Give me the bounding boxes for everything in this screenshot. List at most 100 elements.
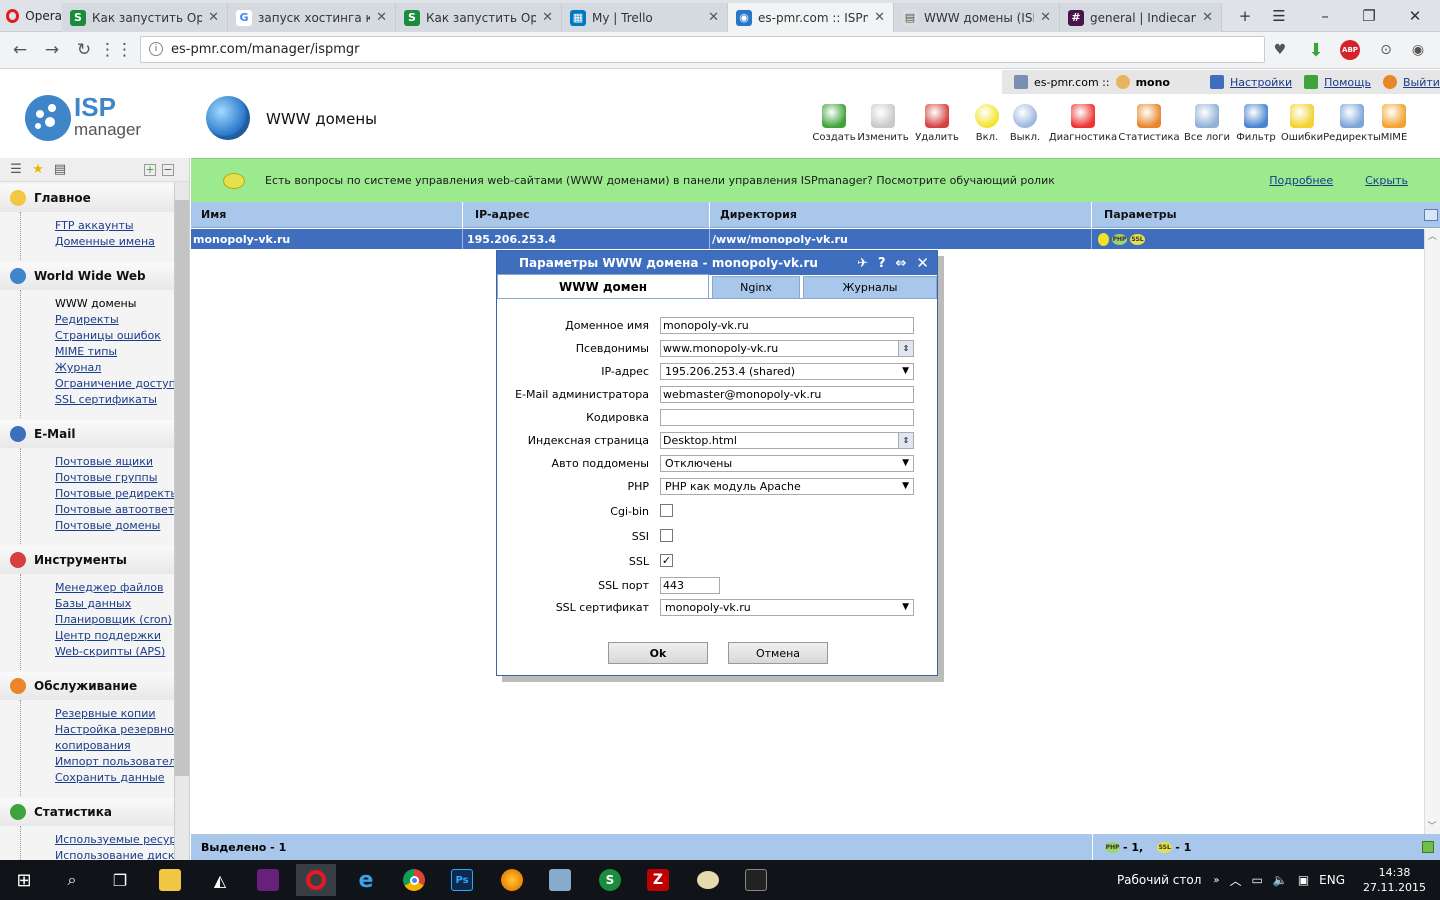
toolbar-button[interactable]: Ошибки (1281, 104, 1323, 148)
tab-close-icon[interactable]: ✕ (208, 10, 219, 25)
email-input[interactable]: webmaster@monopoly-vk.ru (660, 386, 914, 403)
expand-all-icon[interactable]: + (144, 163, 156, 176)
speed-dial-grid-icon[interactable]: ⋮⋮ (99, 38, 133, 62)
sidebar-item[interactable]: Настройка резервного (55, 722, 189, 738)
scroll-down-icon[interactable]: ﹀ (1425, 819, 1439, 832)
chrome-icon[interactable] (394, 864, 434, 896)
settings-link[interactable]: Настройки (1230, 76, 1292, 89)
column-header-directory[interactable]: Директория (710, 201, 1092, 228)
browser-tab[interactable]: Gзапуск хостинга ком ✕ (228, 3, 396, 32)
ok-button[interactable]: Ok (608, 642, 708, 664)
toolbar-button[interactable]: Создать (812, 104, 856, 148)
language-indicator[interactable]: ENG (1319, 873, 1345, 887)
minimize-window-button[interactable]: – (1312, 4, 1338, 28)
sidebar-item[interactable]: Почтовые ящики (55, 454, 189, 470)
browser-tab[interactable]: S Как запустить Open ✕ (62, 3, 228, 32)
sslport-input[interactable]: 443 (660, 577, 720, 594)
toolbar-button[interactable]: Диагностика (1049, 104, 1117, 148)
maximize-window-button[interactable]: ❐ (1356, 4, 1382, 28)
sidebar-item[interactable]: Используемые ресурсы (55, 832, 189, 848)
cancel-button[interactable]: Отмена (728, 642, 828, 664)
domain-input[interactable]: monopoly-vk.ru (660, 317, 914, 334)
pin-icon[interactable]: ✈ (857, 256, 868, 271)
skype-s-icon[interactable]: S (590, 864, 630, 896)
browser-tab[interactable]: ▤ WWW домены (ISPm ✕ (894, 3, 1060, 32)
autosub-select[interactable]: Отключены ▼ (660, 455, 914, 472)
terminal-icon[interactable] (736, 864, 776, 896)
sidebar-item[interactable]: Почтовые редиректы (55, 486, 189, 502)
toolbar-button[interactable]: Все логи (1184, 104, 1230, 148)
collapse-all-icon[interactable]: − (162, 163, 174, 176)
sidebar-item[interactable]: Резервные копии (55, 706, 189, 722)
file-explorer-icon[interactable] (150, 864, 190, 896)
tab-nginx[interactable]: Nginx (712, 276, 800, 298)
sidebar-item[interactable]: копирования (55, 738, 189, 754)
column-settings-icon[interactable] (1424, 208, 1438, 221)
index-input[interactable]: Desktop.html ⇕ (660, 432, 914, 449)
index-spinner-icon[interactable]: ⇕ (898, 433, 913, 448)
browser-tab[interactable]: # general | Indiecamp ✕ (1060, 3, 1222, 32)
url-field[interactable]: i es-pmr.com/manager/ispmgr (140, 36, 1265, 63)
download-green-arrow-icon[interactable]: ⬇ (1304, 38, 1328, 62)
sidebar-item[interactable]: FTP аккаунты (55, 218, 189, 234)
windows-start-icon[interactable]: ⊞ (4, 864, 44, 896)
sidebar-item[interactable]: Планировщик (cron) (55, 612, 189, 628)
tab-close-icon[interactable]: ✕ (376, 10, 387, 25)
sidebar-item-current[interactable]: WWW домены (55, 296, 189, 312)
sidebar-item[interactable]: Ограничение доступа (55, 376, 189, 392)
sidebar-section-header[interactable]: E-Mail (0, 420, 189, 448)
clock[interactable]: 14:38 27.11.2015 (1363, 865, 1426, 895)
list-view-icon[interactable]: ☰ (8, 162, 24, 178)
desktop-toolbar-label[interactable]: Рабочий стол (1117, 873, 1201, 887)
expand-icon[interactable]: ⇔ (896, 256, 907, 271)
sidebar-item[interactable]: Центр поддержки (55, 628, 189, 644)
scroll-up-icon[interactable]: ︿ (1425, 229, 1440, 242)
dialog-close-icon[interactable]: ✕ (916, 254, 929, 272)
tab-logs[interactable]: Журналы (803, 276, 937, 298)
opera-taskbar-icon[interactable] (296, 864, 336, 896)
sidebar-item[interactable]: Страницы ошибок (55, 328, 189, 344)
charset-input[interactable] (660, 409, 914, 426)
notification-icon[interactable]: ▣ (1298, 873, 1309, 887)
tab-www-domain[interactable]: WWW домен (497, 274, 709, 298)
toolbar-button[interactable]: MIME (1381, 104, 1407, 148)
ispmanager-logo[interactable]: ISP manager (24, 92, 164, 142)
account-icon[interactable]: ◉ (1406, 38, 1430, 62)
tab-menu-icon[interactable]: ☰ (1266, 4, 1292, 28)
sidebar-item[interactable]: Редиректы (55, 312, 189, 328)
filezilla-icon[interactable]: Z (638, 864, 678, 896)
sidebar-item[interactable]: Почтовые домены (55, 518, 189, 534)
tab-close-icon[interactable]: ✕ (708, 10, 719, 25)
sidebar-section-header[interactable]: World Wide Web (0, 262, 189, 290)
dialog-title-bar[interactable]: Параметры WWW домена - monopoly-vk.ru ✈ … (497, 251, 937, 275)
banner-hide-link[interactable]: Скрыть (1365, 174, 1408, 187)
opera-menu-button[interactable]: Opera (0, 0, 62, 32)
volume-icon[interactable]: 🔈 (1273, 873, 1288, 887)
sidebar-item[interactable]: Почтовые группы (55, 470, 189, 486)
php-select[interactable]: PHP как модуль Apache ▼ (660, 478, 914, 495)
photoshop-icon[interactable]: Ps (442, 864, 482, 896)
history-icon[interactable]: ▤ (52, 162, 68, 178)
main-scrollbar[interactable]: ︿ ﹀ (1424, 229, 1440, 834)
column-header-params[interactable]: Параметры (1092, 202, 1424, 228)
forward-arrow-icon[interactable]: → (40, 38, 64, 62)
tab-close-icon[interactable]: ✕ (874, 10, 885, 25)
sidebar-section-header[interactable]: Инструменты (0, 546, 189, 574)
toolbar-button[interactable]: Удалить (912, 104, 962, 148)
sslcert-select[interactable]: monopoly-vk.ru ▼ (660, 599, 914, 616)
sidebar-item[interactable]: Импорт пользователя (55, 754, 189, 770)
tab-close-icon[interactable]: ✕ (1040, 10, 1051, 25)
sidebar-item[interactable]: MIME типы (55, 344, 189, 360)
visual-studio-icon[interactable] (248, 864, 288, 896)
sidebar-item[interactable]: Web-скрипты (APS) (55, 644, 189, 660)
tab-close-icon[interactable]: ✕ (542, 10, 553, 25)
sidebar-section-header[interactable]: Статистика (0, 798, 189, 826)
browser-tab[interactable]: S Как запустить Open ✕ (396, 3, 562, 32)
sidebar-section-header[interactable]: Главное (0, 184, 189, 212)
search-icon[interactable]: ⌕ (52, 864, 92, 896)
toolbar-button[interactable]: Изменить (857, 104, 909, 148)
alias-input[interactable]: www.monopoly-vk.ru ⇕ (660, 340, 914, 357)
toolbar-button[interactable]: Фильтр (1234, 104, 1278, 148)
desktop-toolbar-chevron-icon[interactable]: » (1213, 875, 1219, 886)
sidebar-item[interactable]: Журнал (55, 360, 189, 376)
